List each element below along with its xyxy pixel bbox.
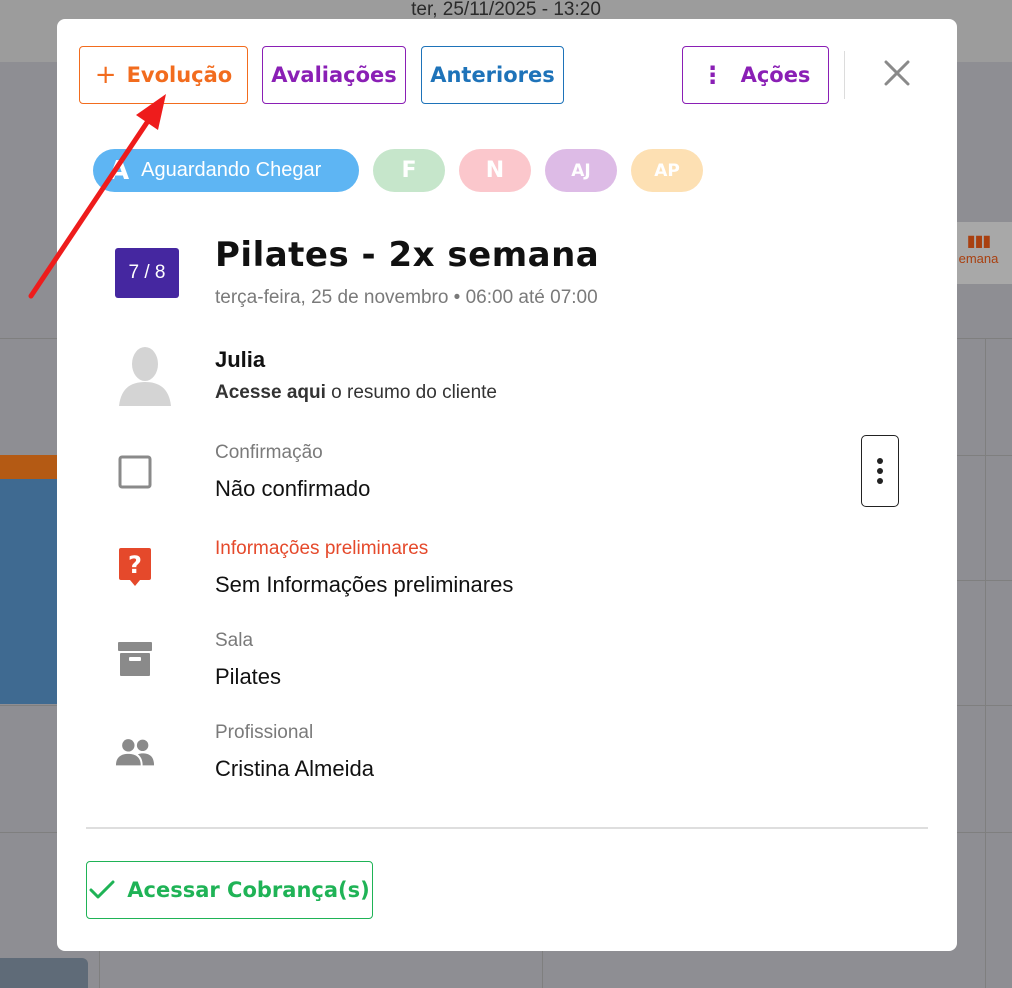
background-grid-line (985, 338, 986, 988)
background-grid-line (542, 951, 543, 988)
session-title: Pilates - 2x semana (215, 235, 600, 275)
session-count-badge: 7 / 8 (115, 248, 179, 298)
status-tag-ap[interactable]: AP (631, 149, 703, 192)
evolucao-button[interactable]: + Evolução (79, 46, 248, 104)
anteriores-label: Anteriores (430, 63, 555, 87)
confirmation-checkbox[interactable] (115, 452, 155, 492)
svg-text:?: ? (128, 551, 142, 579)
status-tag-aguardando[interactable]: A Aguardando Chegar (93, 149, 359, 192)
info-preliminar-label: Informações preliminares (215, 538, 429, 559)
client-name: Julia (215, 347, 266, 372)
profissional-value: Cristina Almeida (215, 756, 374, 781)
confirmation-menu-button[interactable] (861, 435, 899, 507)
status-tags: A Aguardando Chegar F N AJ AP (93, 149, 703, 192)
appointment-modal: + Evolução Avaliações Anteriores ⋮ Ações… (57, 19, 957, 951)
background-block (0, 958, 88, 988)
avaliacoes-label: Avaliações (271, 63, 397, 87)
acoes-button[interactable]: ⋮ Ações (682, 46, 829, 104)
status-tag-f[interactable]: F (373, 149, 445, 192)
sala-value: Pilates (215, 664, 282, 689)
status-tag-n[interactable]: N (459, 149, 531, 192)
tag-letter: A (109, 155, 130, 186)
client-summary-link[interactable]: Acesse aqui o resumo do cliente (215, 382, 497, 404)
anteriores-button[interactable]: Anteriores (421, 46, 564, 104)
checkbox-icon (118, 455, 152, 489)
profissional-label: Profissional (215, 722, 314, 743)
status-tag-aj[interactable]: AJ (545, 149, 617, 192)
cobranca-label: Acessar Cobrança(s) (127, 878, 370, 902)
sala-label: Sala (215, 630, 254, 651)
background-grid-line (99, 951, 100, 988)
tag-letter: N (485, 158, 505, 183)
plus-icon: + (94, 60, 117, 90)
client-summary-link-text: o resumo do cliente (325, 382, 497, 403)
evolucao-label: Evolução (126, 63, 233, 87)
archive-box-icon (115, 639, 155, 679)
close-icon (884, 60, 910, 86)
toolbar-divider (844, 51, 845, 99)
session-datetime: terça-feira, 25 de novembro • 06:00 até … (215, 287, 598, 308)
confirmacao-label: Confirmação (215, 442, 323, 463)
check-icon (89, 880, 115, 900)
vertical-dots-icon: ⋮ (700, 61, 725, 89)
tag-letter: AP (654, 160, 680, 181)
client-avatar-icon (119, 344, 171, 406)
client-summary-link-bold[interactable]: Acesse aqui (215, 382, 326, 403)
close-button[interactable] (877, 53, 917, 93)
tag-letter: F (401, 158, 417, 183)
vertical-dots-icon (877, 458, 883, 484)
info-preliminar-value: Sem Informações preliminares (215, 572, 514, 597)
tag-label: Aguardando Chegar (141, 159, 322, 181)
acessar-cobranca-button[interactable]: Acessar Cobrança(s) (86, 861, 373, 919)
background-datetime: ter, 25/11/2025 - 13:20 (411, 0, 601, 20)
people-icon (115, 732, 155, 772)
background-event-block (0, 479, 60, 704)
question-icon: ? (115, 547, 155, 587)
confirmacao-value: Não confirmado (215, 476, 371, 501)
acoes-label: Ações (740, 63, 811, 87)
background-event-header (0, 455, 60, 479)
avaliacoes-button[interactable]: Avaliações (262, 46, 406, 104)
tag-letter: AJ (571, 160, 591, 181)
footer-divider (86, 827, 928, 829)
